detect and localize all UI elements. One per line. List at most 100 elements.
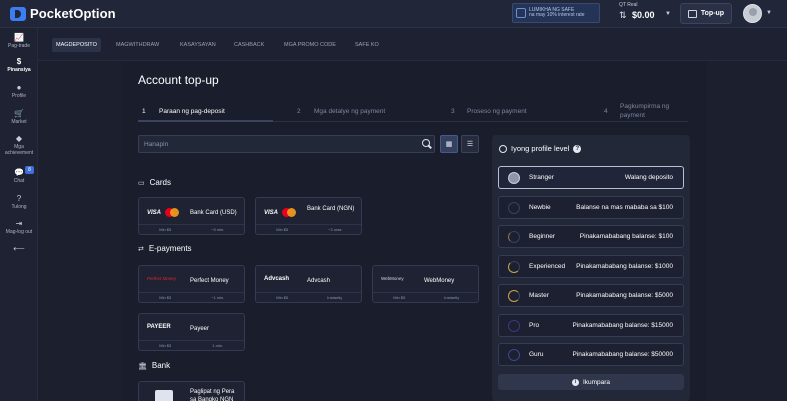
- section-bank: 🏛 Bank: [138, 361, 170, 370]
- processing-time: Instantly: [327, 295, 343, 300]
- cart-icon: 🛒: [14, 109, 24, 118]
- sidebar-item-help[interactable]: ? Tulong: [0, 194, 38, 210]
- mastercard-icon: [282, 208, 297, 217]
- stranger-badge-icon: [508, 172, 520, 184]
- webmoney-logo: WebMoney: [381, 276, 404, 281]
- balance-value: $0.00: [632, 10, 655, 20]
- tab-promo-codes[interactable]: MGA PROMO CODE: [284, 38, 336, 52]
- payment-method-advcash[interactable]: Advcash Advcash Min $5 Instantly: [255, 265, 362, 303]
- profile-level-panel: Iyong profile level ? Stranger Walang de…: [492, 135, 690, 401]
- section-title: Bank: [151, 361, 171, 370]
- grid-view-button[interactable]: ▦: [440, 135, 458, 153]
- level-row-master[interactable]: Master Pinakamababang balanse: $5000: [498, 284, 684, 307]
- top-up-label: Top-up: [700, 10, 725, 17]
- level-row-experienced[interactable]: Experienced Pinakamababang balanse: $100…: [498, 255, 684, 278]
- avatar[interactable]: [743, 4, 762, 23]
- beginner-badge-icon: [508, 231, 520, 243]
- account-balance[interactable]: QT Real ⇅ $0.00 ▼: [619, 2, 673, 24]
- level-row-pro[interactable]: Pro Pinakamababang balanse: $15000: [498, 314, 684, 337]
- payment-method-name: WebMoney: [424, 278, 455, 284]
- tab-my-safe[interactable]: SAFE KO: [355, 38, 379, 52]
- payment-method-name: Advcash: [307, 278, 331, 284]
- app-name: PocketOption: [30, 6, 116, 21]
- step-number: 3: [451, 108, 455, 115]
- section-epayments: ⇄ E-payments: [138, 244, 192, 253]
- bank-icon: 🏛: [138, 362, 147, 370]
- payment-method-bank-ngn[interactable]: Paglipat ng Pera sa Bangko NGN: [138, 381, 245, 401]
- user-icon: ●: [16, 83, 22, 92]
- level-requirement: Pinakamababang balanse: $50000: [572, 351, 673, 358]
- top-up-button[interactable]: Top-up: [680, 3, 732, 24]
- tab-cashback[interactable]: CASHBACK: [234, 38, 264, 52]
- payment-method-card-usd[interactable]: VISA Bank Card (USD) Min $5 ~5 min.: [138, 197, 245, 235]
- app-logo[interactable]: PocketOption: [10, 6, 116, 21]
- avatar-chevron-down-icon[interactable]: ▼: [766, 10, 772, 16]
- sidebar-item-label: Pag-trade: [8, 43, 30, 49]
- payment-method-footer: Min $5 ~5 min.: [139, 224, 244, 234]
- level-row-stranger[interactable]: Stranger Walang deposito: [498, 166, 684, 189]
- level-row-newbie[interactable]: Newbie Balanse na mas mababa sa $100: [498, 196, 684, 219]
- list-icon: ☰: [466, 141, 474, 148]
- level-row-guru[interactable]: Guru Pinakamababang balanse: $50000: [498, 343, 684, 366]
- min-deposit: Min $5: [159, 227, 172, 232]
- level-requirement: Pinakamababang balanse: $1000: [576, 263, 673, 270]
- level-name: Guru: [529, 351, 544, 358]
- help-icon: ?: [16, 194, 22, 203]
- list-view-button[interactable]: ☰: [461, 135, 479, 153]
- safe-icon: [516, 8, 526, 18]
- step-number: 4: [604, 108, 608, 115]
- switch-account-icon: ⇅: [619, 10, 627, 20]
- payment-method-name: Bank Card (USD): [190, 210, 237, 216]
- chevron-down-icon: ▼: [665, 11, 671, 17]
- step-label-confirmation: Pagkumpirma ng payment: [620, 103, 670, 119]
- section-cards: ▭ Cards: [138, 178, 171, 187]
- payment-method-name: Bank Card (NGN): [307, 206, 355, 212]
- level-name: Pro: [529, 322, 540, 329]
- arrow-left-icon: ⟵: [13, 244, 25, 253]
- master-badge-icon: [508, 290, 520, 302]
- sidebar-item-achievements[interactable]: ◆ Mga achievement: [0, 134, 38, 156]
- payment-method-webmoney[interactable]: WebMoney WebMoney Min $5 Instantly: [372, 265, 479, 303]
- payment-method-perfect-money[interactable]: Perfect Money Perfect Money Min $5 ~1 mi…: [138, 265, 245, 303]
- sidebar-item-trade[interactable]: 📈 Pag-trade: [0, 33, 38, 49]
- search-input[interactable]: [144, 139, 414, 150]
- sidebar-item-label: Mag-log out: [5, 229, 33, 235]
- payment-method-footer: Min $5 Instantly: [373, 292, 478, 302]
- sidebar-item-chat[interactable]: 💬 Chat 8: [0, 166, 38, 184]
- payment-method-payeer[interactable]: PAYEER Payeer Min $5 1 min.: [138, 313, 245, 351]
- sidebar-item-label: Tulong: [11, 204, 27, 210]
- payment-method-name: Paglipat ng Pera sa Bangko NGN: [190, 389, 235, 401]
- payment-method-card-ngn[interactable]: VISA Bank Card (NGN) Min $5 ~3 oras: [255, 197, 362, 235]
- level-name: Master: [529, 292, 549, 299]
- collapse-sidebar-button[interactable]: ⟵: [0, 244, 38, 253]
- guru-badge-icon: [508, 349, 520, 361]
- processing-time: 1 min.: [212, 343, 224, 348]
- profile-level-header: Iyong profile level ?: [499, 144, 582, 153]
- level-row-beginner[interactable]: Beginner Pinakamababang balanse: $100: [498, 225, 684, 248]
- safe-promo-banner[interactable]: LUMIKHA NG SAFE na may 10% interest rate: [512, 3, 600, 23]
- bank-transfer-icon: [155, 390, 173, 401]
- min-deposit: Min $5: [276, 227, 289, 232]
- help-icon[interactable]: ?: [573, 144, 582, 153]
- sidebar-item-finance[interactable]: $ Pinansiya: [0, 57, 38, 73]
- tab-history[interactable]: KASAYSAYAN: [180, 38, 216, 52]
- mastercard-icon: [165, 208, 180, 217]
- experienced-badge-icon: [508, 261, 520, 273]
- sidebar-item-profile[interactable]: ● Profile: [0, 83, 38, 99]
- logout-icon: ⇥: [15, 219, 23, 228]
- dollar-icon: $: [16, 57, 22, 66]
- step-number: 1: [142, 108, 146, 115]
- sidebar-item-label: Chat: [13, 178, 25, 184]
- sidebar-item-market[interactable]: 🛒 Market: [0, 109, 38, 125]
- promo-subtitle: na may 10% interest rate: [529, 12, 585, 18]
- logo-icon: [10, 6, 26, 21]
- search-icon[interactable]: [422, 139, 430, 147]
- tab-deposit[interactable]: MAGDEPOSITO: [52, 38, 101, 52]
- step-label-method: Paraan ng pag-deposit: [159, 108, 225, 115]
- sidebar-item-logout[interactable]: ⇥ Mag-log out: [0, 219, 38, 235]
- processing-time: ~1 min.: [211, 295, 225, 300]
- wallet-icon: [687, 9, 697, 18]
- tab-withdraw[interactable]: MAGWITHDRAW: [116, 38, 159, 52]
- payment-method-footer: Min $5 ~1 min.: [139, 292, 244, 302]
- compare-levels-button[interactable]: i Ikumpara: [498, 374, 684, 390]
